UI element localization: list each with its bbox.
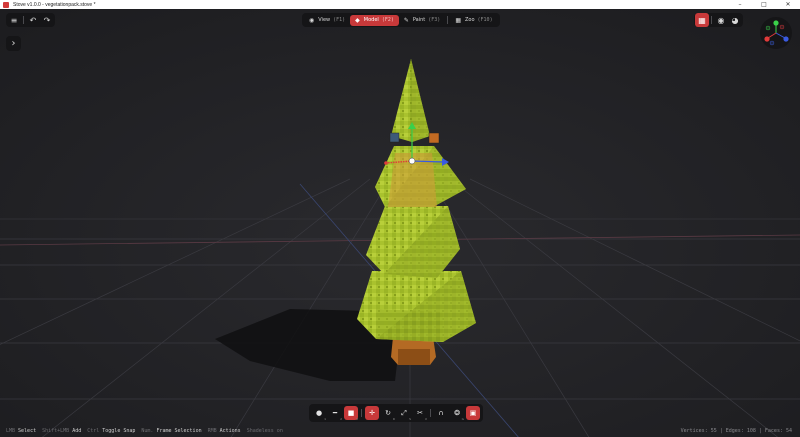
mode-paint[interactable]: ✎ Paint (F3) — [399, 15, 445, 26]
eye-icon: ◉ — [309, 16, 315, 24]
hint-snap: Ctrl Toggle Snap — [87, 428, 135, 434]
cube-icon: ◆ — [355, 16, 360, 24]
vertex-handle-right[interactable] — [428, 132, 440, 144]
mode-zoo[interactable]: ▦ Zoo (F10) — [450, 15, 497, 26]
hint-key: Shadeless on — [246, 428, 283, 434]
mode-zoo-label: Zoo — [464, 17, 475, 23]
mesh-stats: Vertices: 55 | Edges: 108 | Faces: 54 — [680, 428, 792, 434]
face-select-tool[interactable]: ■ 3 — [344, 406, 358, 421]
scissors-icon: ✂ — [417, 409, 423, 417]
grid-icon[interactable]: ▦ — [695, 13, 709, 27]
move-icon: ✛ — [369, 409, 375, 417]
chevron-right-icon: › — [11, 38, 16, 49]
hint-actions: RMB Actions — [208, 428, 241, 434]
mode-view-label: View — [318, 17, 331, 23]
scene-canvas[interactable] — [0, 9, 800, 437]
hint-key: LMB — [6, 428, 16, 434]
mode-paint-label: Paint — [412, 17, 426, 23]
hamburger-icon[interactable]: ≡ — [7, 13, 21, 27]
view-options: ▦ ◉ ◕ — [694, 13, 743, 27]
face-icon: ■ — [347, 409, 355, 417]
tool-shortcut: X — [424, 417, 427, 421]
toolbar-divider — [23, 16, 24, 24]
main-toolbar: ≡ ↶ ↷ — [6, 13, 55, 27]
hint-key: Num. — [141, 428, 154, 434]
tool-shortcut: G — [461, 417, 464, 421]
grid-icon: ▦ — [455, 16, 461, 24]
edge-icon: ━ — [332, 409, 338, 417]
rotate-tool[interactable]: ↻ R — [381, 406, 395, 421]
app-icon — [3, 1, 9, 8]
vertex-icon: ● — [315, 409, 323, 417]
brush-icon: ✎ — [403, 16, 409, 24]
hint-frame: Num. Frame Selection — [141, 428, 201, 434]
undo-icon[interactable]: ↶ — [26, 13, 40, 27]
3d-viewport[interactable]: ≡ ↶ ↷ › ◉ View (F1) ◆ Model (F2) ✎ Paint… — [0, 9, 800, 437]
mode-switcher: ◉ View (F1) ◆ Model (F2) ✎ Paint (F3) ▦ … — [302, 13, 500, 27]
hint-action: Select — [18, 428, 37, 434]
tool-shortcut: 1 — [324, 417, 326, 421]
scale-icon: ⤢ — [401, 408, 407, 417]
rotate-icon: ↻ — [385, 409, 391, 417]
magnet-icon: ∩ — [438, 409, 444, 417]
tool-shortcut: S — [409, 417, 411, 421]
mode-divider — [447, 16, 449, 24]
tool-shortcut: 3 — [356, 417, 358, 421]
tool-shortcut: 2 — [340, 417, 342, 421]
mode-model[interactable]: ◆ Model (F2) — [350, 14, 399, 26]
image-tool[interactable]: ▣ — [466, 406, 480, 420]
snap-tool[interactable]: ∩ — [434, 406, 448, 420]
close-button[interactable]: ✕ — [776, 0, 800, 9]
scale-tool[interactable]: ⤢ S — [397, 406, 411, 422]
window-titlebar: Stove v1.0.0 - vegetationpack.stove * – … — [0, 0, 800, 9]
edge-select-tool[interactable]: ━ 2 — [328, 406, 342, 421]
mode-model-label: Model — [363, 17, 379, 23]
minimize-button[interactable]: – — [728, 0, 752, 9]
hint-add: Shift+LMB Add — [42, 428, 81, 434]
redo-icon[interactable]: ↷ — [40, 13, 54, 27]
mode-model-key: (F2) — [381, 17, 394, 23]
pivot-icon: ❂ — [454, 409, 460, 417]
hint-shadeless: Shadeless on — [247, 428, 286, 434]
eye-icon[interactable]: ◉ — [714, 13, 728, 27]
orientation-gizmo[interactable] — [760, 17, 792, 49]
mode-view-key: (F1) — [333, 17, 346, 23]
hint-action: Toggle Snap — [102, 428, 136, 434]
hint-key: RMB — [207, 428, 217, 434]
pivot-tool[interactable]: ❂ G — [450, 406, 464, 421]
tool-palette: ● 1 ━ 2 ■ 3 ✛ ↻ R ⤢ S ✂ X ∩ ❂ G ▣ — [309, 404, 483, 422]
tools-divider — [361, 409, 362, 417]
window-title: Stove v1.0.0 - vegetationpack.stove * — [13, 1, 96, 8]
mode-zoo-key: (F10) — [477, 17, 493, 23]
tool-shortcut: R — [392, 417, 395, 421]
image-icon: ▣ — [469, 409, 477, 417]
hint-action: Actions — [219, 428, 241, 434]
view-options-divider — [711, 16, 712, 24]
mode-view[interactable]: ◉ View (F1) — [304, 15, 350, 26]
hint-select: LMB Select — [6, 428, 36, 434]
vertex-select-tool[interactable]: ● 1 — [312, 406, 326, 421]
tree-tier-bottom — [357, 271, 476, 342]
hint-key: Ctrl — [87, 428, 100, 434]
hint-key: Shift+LMB — [42, 428, 70, 434]
status-bar: LMB Select Shift+LMB Add Ctrl Toggle Snap N… — [0, 425, 800, 437]
cut-tool[interactable]: ✂ X — [413, 406, 427, 421]
move-tool[interactable]: ✛ — [365, 406, 379, 420]
mode-paint-key: (F3) — [428, 17, 441, 23]
console-toggle[interactable]: › — [6, 36, 21, 51]
tools-divider — [430, 409, 431, 417]
globe-icon[interactable]: ◕ — [728, 13, 742, 27]
maximize-button[interactable]: □ — [752, 0, 776, 9]
vertex-handle-left[interactable] — [389, 132, 400, 143]
hint-action: Add — [72, 428, 82, 434]
hint-action: Frame Selection — [156, 428, 202, 434]
